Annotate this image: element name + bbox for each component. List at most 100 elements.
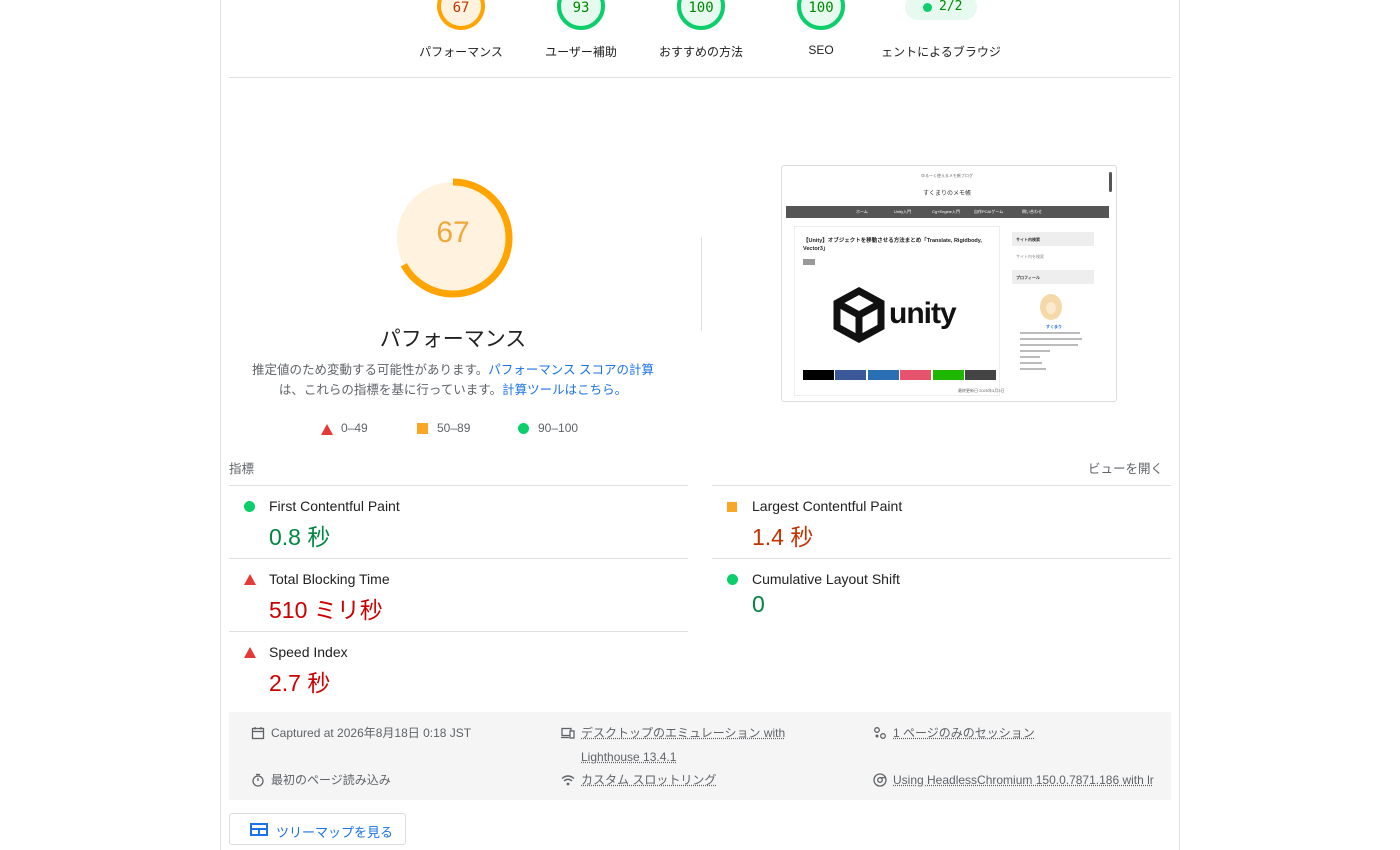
performance-description: 推定値のため変動する可能性があります。パフォーマンス スコアの計算 は、これらの… — [251, 360, 655, 400]
score-calc-link[interactable]: パフォーマンス スコアの計算 — [488, 363, 654, 377]
unity-cube-icon — [833, 287, 885, 343]
thumb-sidebar: サイト内検索 サイト内を検索 プロフィール すくまり — [1012, 232, 1094, 401]
gauge-score: 100 — [688, 0, 714, 16]
metric-name: First Contentful Paint — [269, 498, 400, 514]
performance-score: 67 — [436, 216, 470, 249]
thumb-site-title: すくまりのメモ帳 — [922, 191, 971, 197]
treemap-button-label: ツリーマップを見る — [276, 825, 394, 840]
gauge-label: おすすめの方法 — [658, 45, 743, 59]
performance-title: パフォーマンス — [379, 328, 527, 351]
runtime-text: Captured at 2026年8月18日 0:18 JST — [271, 726, 472, 740]
metrics-title: 指標 — [229, 462, 255, 476]
metric-name: Largest Contentful Paint — [752, 498, 903, 514]
unity-wordmark: unity — [889, 297, 957, 330]
runtime-text: 最初のページ読み込み — [271, 773, 391, 787]
category-gauges: 67 パフォーマンス 93 ユーザー補助 100 おすすめの方法 100 SEO… — [221, 0, 1181, 78]
thumb-nav-item: Cg+Engine入門 — [932, 209, 960, 214]
runtime-link[interactable]: 1 ページのみのセッション — [893, 721, 1035, 745]
thumb-search-title: サイト内検索 — [1016, 237, 1040, 242]
metric-cls: Cumulative Layout Shift 0 — [712, 558, 1171, 631]
fraction-pill: 2/2 — [905, 0, 977, 20]
score-legend: 0–49 50–89 90–100 — [321, 420, 621, 438]
desc-text: 推定値のため変動する可能性があります。 — [252, 363, 489, 377]
thumb-footer: 最終更新日 2025年3月3日 — [958, 388, 1005, 393]
gauge-score: 67 — [452, 0, 470, 16]
thumb-tag — [803, 259, 815, 265]
final-screenshot[interactable]: ゆるーく使えるメモ帳ブログ すくまりのメモ帳 ホーム Unity入門 Cg+En… — [781, 165, 1117, 402]
metrics-header: 指標 ビューを開く — [229, 458, 1171, 477]
thumb-profile-name: すくまり — [1046, 324, 1062, 329]
share-button-facebook — [835, 370, 866, 380]
thumb-share-buttons — [803, 370, 997, 380]
emulation-line1: デスクトップのエミュレーション with — [581, 726, 786, 740]
pass-circle-icon — [518, 423, 529, 434]
calculator-link[interactable]: 計算ツールはこちら。 — [502, 383, 627, 397]
metric-value: 2.7 秒 — [269, 670, 331, 696]
wifi-icon — [561, 775, 575, 786]
gauge-label: ユーザー補助 — [545, 45, 617, 59]
thumb-nav-item: 問い合わせ — [1022, 209, 1042, 214]
share-button-x — [803, 370, 834, 380]
gauge-label: SEO — [808, 43, 834, 57]
share-button-hatena — [868, 370, 899, 380]
fail-triangle-icon — [244, 647, 256, 658]
runtime-settings: Captured at 2026年8月18日 0:18 JST デスクトップのエ… — [229, 712, 1171, 800]
emulation-line2: Lighthouse 13.4.1 — [581, 750, 677, 764]
treemap-icon — [250, 823, 268, 836]
share-button-line — [933, 370, 964, 380]
vertical-divider — [701, 237, 702, 331]
metric-name: Cumulative Layout Shift — [752, 571, 900, 587]
thumb-scrollbar — [1109, 172, 1112, 192]
thumb-navbar: ホーム Unity入門 Cg+Engine入門 自作PCAIゲーム 問い合わせ — [786, 206, 1109, 218]
metric-name: Speed Index — [269, 644, 348, 660]
thumb-profile-text — [1020, 332, 1090, 374]
legend-label: 50–89 — [437, 421, 471, 435]
fraction-score: 2/2 — [939, 0, 963, 14]
thumb-tagline: ゆるーく使えるメモ帳ブログ — [921, 173, 973, 178]
metric-tbt: Total Blocking Time 510 ミリ秒 — [229, 558, 688, 631]
report-frame: 67 パフォーマンス 93 ユーザー補助 100 おすすめの方法 100 SEO… — [220, 0, 1180, 850]
view-treemap-button[interactable]: ツリーマップを見る — [229, 813, 406, 845]
legend-label: 0–49 — [341, 421, 368, 435]
thumb-search-input: サイト内を検索 — [1016, 254, 1044, 259]
metric-speed-index: Speed Index 2.7 秒 — [229, 631, 688, 704]
share-button-pocket — [900, 370, 931, 380]
runtime-link[interactable]: カスタム スロットリング — [581, 768, 716, 792]
session-icon — [874, 727, 886, 739]
calendar-icon — [251, 727, 265, 740]
metric-fcp: First Contentful Paint 0.8 秒 — [229, 485, 688, 558]
gauge-score: 93 — [572, 0, 590, 16]
thumb-nav-item: Unity入門 — [894, 209, 912, 214]
pass-dot-icon — [923, 3, 932, 12]
legend-label: 90–100 — [538, 421, 579, 435]
gauge-label: ェントによるブラウジ — [881, 45, 1001, 59]
desc-text: は、これらの指標を基に行っています。 — [278, 383, 503, 397]
metric-value: 0 — [752, 591, 765, 617]
average-square-icon — [727, 502, 737, 512]
expand-view-toggle[interactable]: ビューを開く — [1088, 458, 1163, 477]
runtime-link[interactable]: デスクトップのエミュレーション with Lighthouse 13.4.1 — [581, 721, 785, 769]
average-square-icon — [417, 423, 428, 434]
fail-triangle-icon — [321, 424, 333, 435]
fail-triangle-icon — [244, 574, 256, 585]
metric-name: Total Blocking Time — [269, 571, 390, 587]
gauge-label: パフォーマンス — [419, 45, 503, 59]
metric-lcp: Largest Contentful Paint 1.4 秒 — [712, 485, 1171, 558]
pass-circle-icon — [727, 574, 738, 585]
thumb-article: 【Unity】オブジェクトを移動させる方法まとめ「Translate, Rigi… — [794, 226, 1000, 396]
thumb-profile-title: プロフィール — [1016, 275, 1040, 280]
share-button-copy — [965, 370, 996, 380]
thumb-nav-item: 自作PCAIゲーム — [974, 209, 1004, 214]
metric-value: 510 ミリ秒 — [269, 597, 383, 623]
metric-value: 0.8 秒 — [269, 524, 331, 550]
gauge-score: 100 — [808, 0, 834, 16]
pass-circle-icon — [244, 501, 255, 512]
chrome-icon — [873, 773, 887, 787]
thumb-avatar — [1040, 294, 1062, 320]
runtime-link[interactable]: Using HeadlessChromium 150.0.7871.186 wi… — [893, 768, 1163, 792]
thumb-nav-item: ホーム — [856, 209, 868, 214]
unity-logo: unity — [831, 285, 981, 345]
thumb-article-title: 【Unity】オブジェクトを移動させる方法まとめ「Translate, Rigi… — [803, 238, 982, 252]
divider — [229, 77, 1171, 78]
timer-icon — [252, 773, 264, 787]
